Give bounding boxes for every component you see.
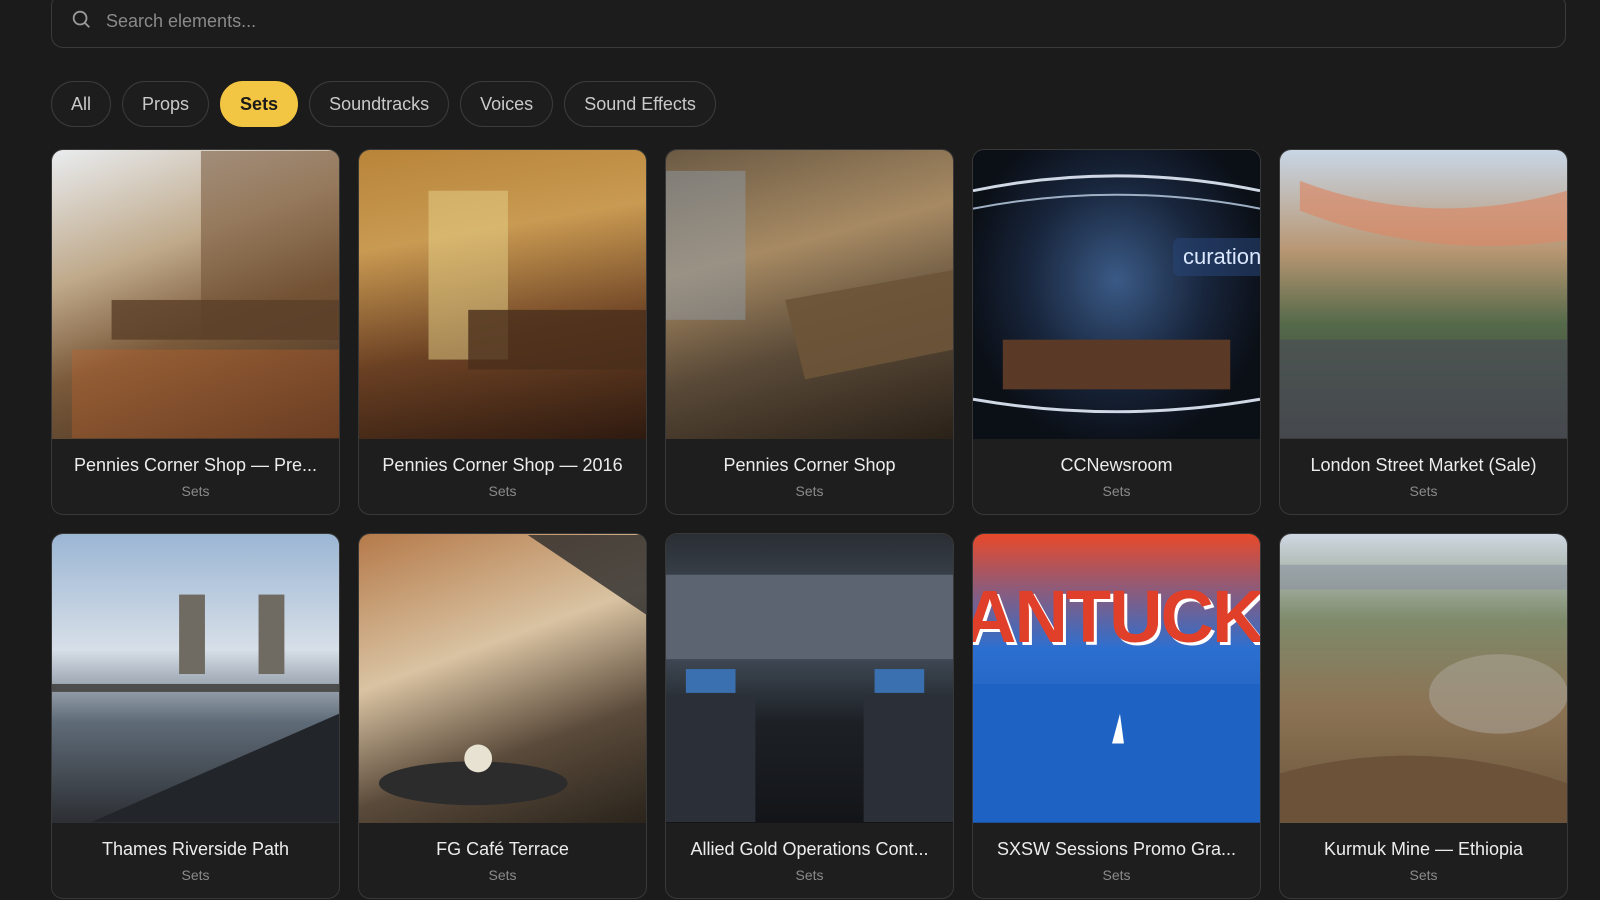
element-card[interactable]: ANTUCK SXSW Sessions Promo Gra... Sets [972,533,1261,899]
card-thumbnail: curation [973,150,1260,439]
element-card[interactable]: Allied Gold Operations Cont... Sets [665,533,954,899]
card-type: Sets [181,867,210,883]
card-type: Sets [181,483,210,499]
card-title: Thames Riverside Path [101,839,290,859]
card-title: CCNewsroom [1060,455,1173,475]
element-card[interactable]: Pennies Corner Shop — 2016 Sets [358,149,647,515]
card-type: Sets [1102,867,1131,883]
card-type: Sets [488,867,517,883]
card-type: Sets [795,483,824,499]
card-overlay-text: ANTUCK [973,575,1260,658]
card-overlay-text: curation [1173,238,1260,276]
card-title: London Street Market (Sale) [1310,455,1537,475]
filter-chips: All Props Sets Soundtracks Voices Sound … [51,81,716,127]
search-bar[interactable] [51,0,1566,48]
element-card[interactable]: Kurmuk Mine — Ethiopia Sets [1279,533,1568,899]
card-title: SXSW Sessions Promo Gra... [996,839,1237,859]
card-title: FG Café Terrace [436,839,569,859]
filter-sound-effects[interactable]: Sound Effects [564,81,716,127]
elements-grid: Pennies Corner Shop — Pre... Sets Pennie… [51,149,1568,899]
filter-sets[interactable]: Sets [220,81,299,127]
element-card[interactable]: curation CCNewsroom Sets [972,149,1261,515]
card-thumbnail: ANTUCK [973,534,1260,823]
card-thumbnail [1280,150,1567,439]
card-title: Pennies Corner Shop — 2016 [382,455,623,475]
search-input[interactable] [106,10,706,32]
card-type: Sets [488,483,517,499]
card-thumbnail [359,150,646,439]
card-thumbnail [52,150,339,439]
card-title: Allied Gold Operations Cont... [690,839,929,859]
element-card[interactable]: Pennies Corner Shop — Pre... Sets [51,149,340,515]
element-card[interactable]: Thames Riverside Path Sets [51,533,340,899]
card-thumbnail [52,534,339,823]
card-title: Pennies Corner Shop — Pre... [73,455,318,475]
element-card[interactable]: FG Café Terrace Sets [358,533,647,899]
card-thumbnail [359,534,646,823]
filter-soundtracks[interactable]: Soundtracks [309,81,450,127]
card-thumbnail [666,150,953,439]
search-icon [70,8,92,35]
card-type: Sets [1409,867,1438,883]
filter-voices[interactable]: Voices [460,81,554,127]
card-title: Pennies Corner Shop [723,455,896,475]
card-thumbnail [666,534,953,823]
card-type: Sets [795,867,824,883]
element-card[interactable]: Pennies Corner Shop Sets [665,149,954,515]
filter-all[interactable]: All [51,81,112,127]
card-title: Kurmuk Mine — Ethiopia [1323,839,1524,859]
card-type: Sets [1409,483,1438,499]
element-card[interactable]: London Street Market (Sale) Sets [1279,149,1568,515]
filter-props[interactable]: Props [122,81,210,127]
card-type: Sets [1102,483,1131,499]
card-thumbnail [1280,534,1567,823]
